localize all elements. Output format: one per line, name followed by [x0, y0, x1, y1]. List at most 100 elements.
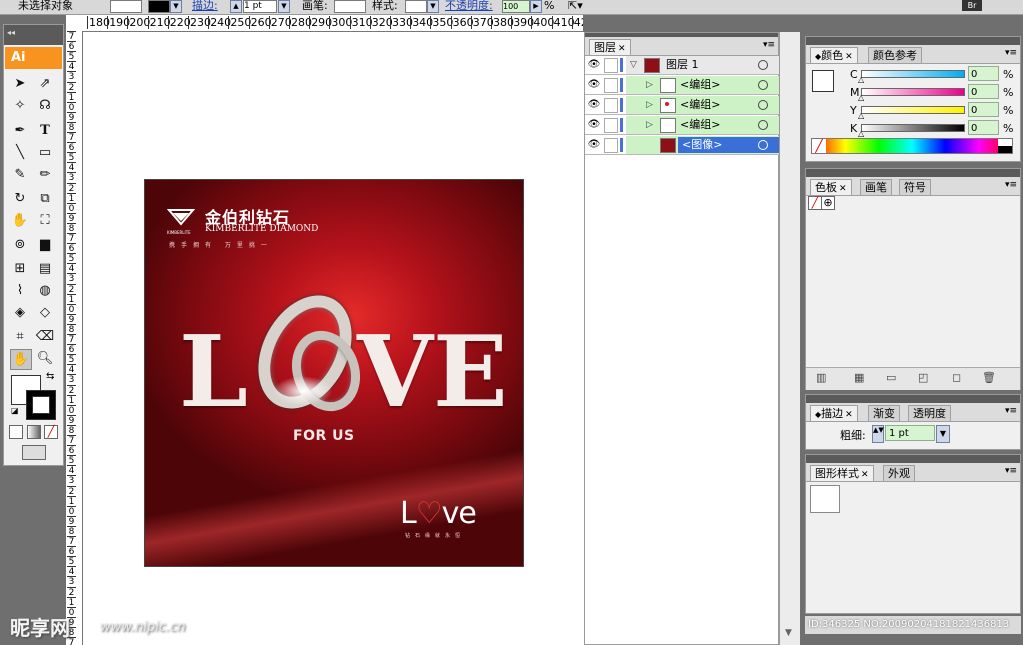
- stroke-weight-input[interactable]: 1 pt: [243, 0, 277, 13]
- stroke-panel-grip[interactable]: [806, 395, 1020, 403]
- close-icon[interactable]: ✕: [618, 44, 626, 54]
- show-swatch-kinds-icon[interactable]: ▦: [854, 371, 864, 384]
- layer-name[interactable]: <编组>: [680, 118, 720, 132]
- swatch-registration-icon[interactable]: ⊕: [821, 196, 835, 210]
- color-panel-grip[interactable]: [806, 37, 1020, 45]
- tab-color-guide[interactable]: 颜色参考: [868, 47, 922, 63]
- color-fill-swatch[interactable]: [812, 70, 834, 92]
- expand-triangle-icon[interactable]: ▷: [646, 118, 653, 132]
- new-swatch-icon[interactable]: ◻: [952, 371, 961, 384]
- magic-wand-tool[interactable]: ✧: [10, 96, 30, 115]
- expand-triangle-icon[interactable]: ▷: [646, 78, 653, 92]
- target-circle-icon[interactable]: [758, 120, 768, 130]
- stroke-label-link[interactable]: 描边:: [192, 0, 218, 13]
- eyedropper-tool[interactable]: ⌇: [10, 281, 30, 300]
- rectangle-tool[interactable]: ▭: [35, 143, 55, 162]
- slider-value-k[interactable]: 0: [968, 120, 999, 135]
- rotate-tool[interactable]: ↻: [10, 189, 30, 208]
- artwork-image[interactable]: KIMBERLITE 金伯利钻石 KIMBERLITE DIAMOND 携手拥有…: [144, 179, 524, 567]
- stroke-weight-dropdown-icon[interactable]: ▼: [936, 425, 950, 443]
- stroke-weight-dropdown-icon[interactable]: ▼: [278, 0, 290, 13]
- layer-name[interactable]: <编组>: [680, 98, 720, 112]
- none-color-icon[interactable]: ╱: [812, 139, 826, 153]
- canvas-scrollbar[interactable]: ▼: [779, 32, 800, 645]
- collapse-icon[interactable]: ◂◂: [7, 28, 15, 37]
- slider-thumb-icon[interactable]: △: [858, 75, 864, 84]
- stroke-swatch[interactable]: [26, 390, 56, 420]
- tab-layers[interactable]: 图层 ✕: [589, 39, 631, 55]
- panel-menu-icon[interactable]: ▾≡: [763, 40, 775, 50]
- close-icon[interactable]: ✕: [839, 184, 847, 194]
- opacity-slider-icon[interactable]: ▶: [530, 0, 542, 13]
- slider-value-m[interactable]: 0: [968, 84, 999, 99]
- paintbrush-tool[interactable]: ✎: [10, 165, 30, 184]
- slider-thumb-icon[interactable]: △: [858, 111, 864, 120]
- tab-transparency[interactable]: 透明度: [908, 405, 951, 421]
- color-spectrum-bar[interactable]: ╱: [811, 138, 1013, 154]
- tab-color[interactable]: ◆颜色 ✕: [810, 47, 858, 63]
- layer-name[interactable]: <编组>: [680, 78, 720, 92]
- gradient-mode-button[interactable]: [27, 425, 41, 439]
- style-picker[interactable]: [405, 0, 427, 13]
- lock-toggle[interactable]: [604, 78, 618, 93]
- layer-name[interactable]: 图层 1: [666, 58, 699, 72]
- fill-color-picker[interactable]: [110, 0, 142, 13]
- direct-selection-tool[interactable]: ⇗: [35, 74, 55, 93]
- brush-picker[interactable]: [334, 0, 366, 13]
- slider-thumb-icon[interactable]: △: [858, 93, 864, 102]
- slider-value-y[interactable]: 0: [968, 102, 999, 117]
- tab-appearance[interactable]: 外观: [883, 465, 915, 481]
- layer-row-group[interactable]: 👁︎ ▷ <编组>: [585, 96, 780, 115]
- layer-row-group[interactable]: 👁︎ ▷ <编组>: [585, 116, 780, 135]
- live-paint-selection-tool[interactable]: ◇: [35, 303, 55, 322]
- stroke-weight-field[interactable]: 1 pt: [885, 425, 935, 441]
- target-circle-icon[interactable]: [758, 80, 768, 90]
- target-circle-icon[interactable]: [758, 100, 768, 110]
- close-icon[interactable]: ✕: [845, 52, 853, 62]
- pen-tool[interactable]: ✒: [10, 121, 30, 140]
- stroke-color-dropdown-icon[interactable]: ▼: [170, 0, 182, 13]
- mesh-tool[interactable]: ⊞: [10, 259, 30, 278]
- color-mode-button[interactable]: [9, 425, 23, 439]
- swatches-panel-grip[interactable]: [806, 169, 1020, 177]
- slice-tool[interactable]: ⌗: [10, 327, 30, 346]
- tab-brushes[interactable]: 画笔: [860, 179, 892, 195]
- hand-tool[interactable]: ✋: [10, 349, 32, 370]
- delete-swatch-icon[interactable]: 🗑︎: [982, 371, 996, 384]
- panel-menu-icon[interactable]: ▾≡: [1005, 406, 1017, 416]
- tools-panel-grip[interactable]: ◂◂: [4, 25, 63, 45]
- eraser-tool[interactable]: ⌫: [35, 327, 55, 346]
- visibility-eye-icon[interactable]: 👁︎: [587, 99, 601, 111]
- close-icon[interactable]: ✕: [845, 410, 853, 420]
- symbol-sprayer-tool[interactable]: ⊚: [10, 235, 30, 254]
- layer-name[interactable]: <图像>: [682, 138, 722, 152]
- panel-menu-icon[interactable]: ▾≡: [1005, 466, 1017, 476]
- line-tool[interactable]: ╲: [10, 143, 30, 162]
- style-dropdown-icon[interactable]: ▼: [427, 0, 439, 13]
- visibility-eye-icon[interactable]: 👁︎: [587, 79, 601, 91]
- screen-mode-button[interactable]: [22, 445, 46, 460]
- target-circle-icon[interactable]: [758, 140, 768, 150]
- tab-symbols[interactable]: 符号: [899, 179, 931, 195]
- none-mode-button[interactable]: ╱: [44, 425, 58, 439]
- expand-triangle-icon[interactable]: ▷: [646, 98, 653, 112]
- visibility-eye-icon[interactable]: 👁︎: [587, 119, 601, 131]
- lasso-tool[interactable]: ☊: [35, 96, 55, 115]
- scroll-down-icon[interactable]: ▼: [785, 628, 792, 638]
- panel-menu-icon[interactable]: ▾≡: [1005, 180, 1017, 190]
- selection-tool[interactable]: ➤: [10, 74, 30, 93]
- ruler-origin[interactable]: [66, 15, 86, 32]
- select-similar-icon[interactable]: ⇱▾: [568, 0, 583, 13]
- blend-tool[interactable]: ◍: [35, 281, 55, 300]
- pencil-tool[interactable]: ✏: [35, 165, 55, 184]
- tab-gradient[interactable]: 渐变: [868, 405, 900, 421]
- column-graph-tool[interactable]: ▆: [35, 235, 55, 254]
- lock-toggle[interactable]: [604, 118, 618, 133]
- scale-tool[interactable]: ⧉: [35, 189, 55, 208]
- slider-value-c[interactable]: 0: [968, 66, 999, 81]
- swatch-libraries-icon[interactable]: ▥: [816, 371, 826, 384]
- lock-toggle[interactable]: [604, 58, 618, 73]
- lock-toggle[interactable]: [604, 98, 618, 113]
- layer-row-layer1[interactable]: 👁︎ ▽ 图层 1: [585, 56, 780, 75]
- expand-triangle-icon[interactable]: ▽: [630, 58, 637, 72]
